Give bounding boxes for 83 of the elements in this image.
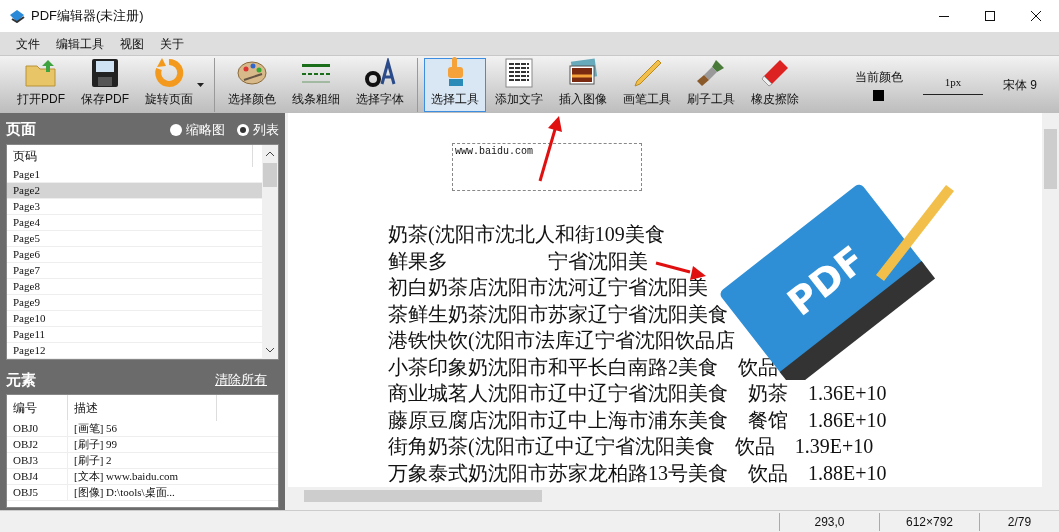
picture-icon	[568, 57, 598, 88]
minimize-icon	[939, 15, 949, 17]
table-cell: OBJ3	[7, 452, 68, 469]
table-cell-text: [刷子] 2	[73, 453, 112, 469]
paintbrush-icon	[696, 57, 726, 88]
rotate-icon	[154, 57, 184, 88]
text-box[interactable]: www.baidu.com	[452, 143, 642, 191]
scroll-up-icon[interactable]	[266, 151, 274, 156]
document-text-line: 茶鲜生奶茶沈阳市苏家辽宁省沈阳美食	[388, 301, 728, 327]
toolbar-button[interactable]: 画笔工具	[616, 57, 678, 112]
column-header: 编号	[7, 395, 68, 421]
document-text-line: 万象泰式奶沈阳市苏家龙柏路13号美食 饮品 1.88E+10	[388, 460, 887, 486]
toolbar-button[interactable]: 选择工具	[424, 57, 486, 112]
page-row[interactable]: Page6	[7, 247, 262, 263]
panel-title: 元素	[6, 369, 36, 390]
eraser-icon	[760, 57, 790, 88]
page-number: 2/79	[979, 512, 1059, 531]
font-icon	[364, 57, 396, 88]
menu-item[interactable]: 视图	[112, 34, 152, 53]
table-cell: OBJ5	[7, 484, 68, 501]
toolbar-button[interactable]: 添加文字	[488, 57, 550, 112]
document-text-line: 港铁快饮(沈阳市法库辽宁省沈阳饮品店	[388, 328, 735, 354]
page-row[interactable]: Page2	[7, 183, 262, 199]
toolbar-button[interactable]: 打开PDF	[10, 57, 72, 112]
color-swatch[interactable]	[873, 90, 885, 101]
page-row[interactable]: Page12	[7, 343, 262, 359]
current-color-label: 当前颜色	[855, 69, 903, 86]
table-cell: OBJ4	[7, 468, 68, 485]
pointer-arrow	[538, 116, 562, 182]
page-row[interactable]: Page7	[7, 263, 262, 279]
window-title: PDF编辑器(未注册)	[31, 7, 144, 26]
radio-option[interactable]: 缩略图	[170, 119, 225, 140]
clear-all-link[interactable]: 清除所有	[215, 370, 267, 390]
page-row[interactable]: Page9	[7, 295, 262, 311]
maximize-icon	[985, 11, 995, 21]
table-cell: OBJ2	[7, 436, 68, 453]
font-value[interactable]: 宋体 9	[1003, 75, 1037, 94]
page-row[interactable]: Page11	[7, 327, 262, 343]
page-row[interactable]: Page8	[7, 279, 262, 295]
close-icon	[1031, 11, 1041, 21]
panel-title: 页面	[6, 119, 36, 140]
cursor-position: 293,0	[779, 512, 879, 531]
table-cell-text: [刷子] 99	[73, 437, 118, 453]
page-size: 612×792	[879, 512, 979, 531]
toolbar-button[interactable]: 选择字体	[349, 57, 411, 112]
app-logo-icon	[9, 9, 25, 23]
vertical-scrollbar[interactable]	[262, 145, 278, 359]
dropdown-caret-icon[interactable]	[197, 82, 204, 87]
toolbar-button[interactable]: 橡皮擦除	[744, 57, 806, 112]
toolbar-button[interactable]: 保存PDF	[74, 57, 136, 112]
table-cell-text: [图像] D:\tools\桌面...	[73, 485, 175, 501]
toolbar-button[interactable]: 旋转页面	[138, 57, 208, 112]
page-row[interactable]: Page10	[7, 311, 262, 327]
menu-item[interactable]: 编辑工具	[48, 34, 112, 53]
toolbar-button[interactable]: 线条粗细	[285, 57, 347, 112]
document-text-line: 藤原豆腐店沈阳市辽中上海市浦东美食 餐馆 1.86E+10	[388, 407, 887, 433]
radio-option[interactable]: 列表	[237, 119, 279, 140]
toolbar-button[interactable]: 选择颜色	[221, 57, 283, 112]
document-text-line: 初白奶茶店沈阳市沈河辽宁省沈阳美	[388, 275, 708, 300]
page-row[interactable]: Page3	[7, 199, 262, 215]
page-row[interactable]: Page5	[7, 231, 262, 247]
pencil-icon	[632, 57, 662, 88]
text-lines-icon	[505, 57, 533, 88]
table-cell-text: [画笔] 56	[73, 421, 118, 437]
scroll-down-icon[interactable]	[266, 348, 274, 353]
document-text-line: 鲜果多 宁省沈阳美	[388, 248, 648, 274]
menu-item[interactable]: 关于	[152, 34, 192, 53]
folder-icon	[24, 57, 58, 88]
document-text-line: 商业城茗人沈阳市辽中辽宁省沈阳美食 奶茶 1.36E+10	[388, 381, 887, 406]
table-cell-text: [文本] www.baidu.com	[73, 469, 179, 485]
scrollbar-thumb[interactable]	[263, 163, 277, 187]
menu-item[interactable]: 文件	[8, 34, 48, 53]
column-header: 页码	[7, 145, 253, 167]
toolbar-button[interactable]: 插入图像	[552, 57, 614, 112]
column-header: 描述	[68, 395, 217, 421]
table-cell: OBJ0	[7, 420, 68, 437]
scrollbar-thumb[interactable]	[1044, 129, 1057, 189]
scrollbar-thumb[interactable]	[304, 489, 542, 502]
page-row[interactable]: Page4	[7, 215, 262, 231]
toolbar-button[interactable]: 刷子工具	[680, 57, 742, 112]
document-text-line: 街角奶茶(沈阳市辽中辽宁省沈阳美食 饮品 1.39E+10	[388, 434, 874, 460]
document-text-line: 奶茶(沈阳市沈北人和街109美食	[388, 222, 665, 248]
line-width-value[interactable]: 1px	[923, 73, 983, 96]
